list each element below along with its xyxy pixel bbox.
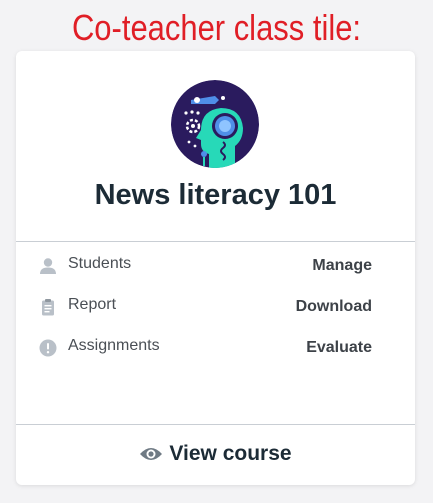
report-row: Report Download <box>16 294 415 320</box>
view-course-button[interactable]: View course <box>16 440 415 468</box>
eye-icon <box>140 448 163 460</box>
view-course-label: View course <box>169 442 292 465</box>
bottom-divider <box>16 424 415 425</box>
person-icon <box>40 258 56 274</box>
top-divider <box>16 241 415 242</box>
students-label: Students <box>68 255 132 272</box>
download-link[interactable]: Download <box>296 296 372 318</box>
assignments-label: Assignments <box>68 337 160 354</box>
clipboard-icon <box>42 299 54 316</box>
course-title: News literacy 101 <box>94 179 337 211</box>
course-avatar-image <box>171 80 259 168</box>
exclamation-circle-icon <box>39 339 57 357</box>
caption-heading: Co-teacher class tile: <box>71 7 362 48</box>
evaluate-link[interactable]: Evaluate <box>306 337 372 359</box>
manage-link[interactable]: Manage <box>312 255 372 277</box>
report-label: Report <box>68 296 117 313</box>
class-tile: News literacy 101 Students Manage Report… <box>16 51 415 485</box>
assignments-row: Assignments Evaluate <box>16 335 415 361</box>
students-row: Students Manage <box>16 253 415 279</box>
